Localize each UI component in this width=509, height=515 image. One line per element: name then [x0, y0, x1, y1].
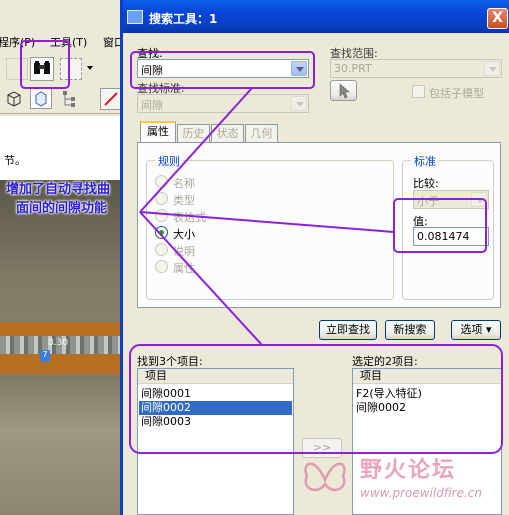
criteria-combo-value: 间隙: [141, 99, 163, 112]
tab-status[interactable]: 状态: [211, 124, 244, 144]
search-tool-binoculars-icon[interactable]: [30, 57, 54, 81]
background-application: 程序(P) 工具(T) 窗口 节。 8.30 7: [0, 0, 125, 515]
compare-label: 比较:: [413, 177, 439, 190]
cube-view-icon[interactable]: [4, 88, 26, 110]
include-submodels-label: 包括子模型: [429, 87, 484, 100]
tree-structure-icon[interactable]: [60, 88, 82, 110]
rule-expression-radio[interactable]: [155, 209, 168, 222]
selected-list-header[interactable]: 项目: [353, 369, 501, 384]
criteria-groupbox: 标准 比较: 小于 值: 0.081474: [402, 153, 494, 300]
selected-item-1[interactable]: F2(导入特征): [354, 387, 500, 401]
dialog-title: 搜索工具：1: [149, 12, 218, 26]
find-combo-value: 间隙: [141, 64, 163, 77]
rule-attribute-label: 属性: [173, 262, 195, 275]
watermark-title: 野火论坛: [360, 458, 457, 483]
app-toolbar-second: [0, 84, 125, 114]
close-button[interactable]: X: [487, 8, 508, 29]
chevron-down-icon[interactable]: [87, 66, 93, 70]
rule-name-radio[interactable]: [155, 175, 168, 188]
watermark-url: www.proewildfire.cn: [360, 486, 482, 500]
found-item-3[interactable]: 间隙0003: [139, 415, 292, 429]
found-items-list[interactable]: 项目 间隙0001 间隙0002 间隙0003: [137, 368, 294, 515]
tab-geometry[interactable]: 几何: [245, 124, 278, 144]
message-area: [0, 116, 125, 180]
find-combo[interactable]: 间隙: [137, 59, 309, 78]
disabled-tool-icon: [6, 58, 28, 80]
window-icon: [127, 10, 143, 24]
rule-size-label: 大小: [173, 228, 195, 241]
part-marker-icon: 7: [40, 350, 50, 362]
annotation-line-1: 增加了自动寻找曲: [6, 182, 111, 197]
new-search-button[interactable]: 新搜索: [385, 320, 435, 340]
rules-title: 规则: [155, 153, 183, 169]
dimension-label: 8.30: [48, 338, 69, 348]
chevron-down-icon: [484, 61, 500, 76]
tab-history[interactable]: 历史: [177, 124, 210, 144]
menu-tools[interactable]: 工具(T): [50, 34, 87, 50]
value-input[interactable]: 0.081474: [413, 227, 489, 246]
rule-type-label: 类型: [173, 194, 195, 207]
shaded-view-icon[interactable]: [30, 87, 52, 109]
rules-groupbox: 规则 名称 类型 表达式 大小 说明 属性: [146, 153, 394, 300]
message-text: 节。: [4, 154, 26, 167]
rule-description-radio[interactable]: [155, 243, 168, 256]
compare-combo-value: 小于: [417, 195, 439, 208]
lookin-combo-value: 30.PRT: [334, 62, 372, 75]
tab-properties[interactable]: 属性: [140, 121, 176, 143]
dialog-titlebar[interactable]: 搜索工具：1 X: [123, 0, 509, 33]
selected-label: 选定的2项目:: [352, 355, 418, 368]
criteria-combo: 间隙: [137, 94, 309, 113]
compare-combo: 小于: [413, 190, 489, 209]
rule-attribute-radio[interactable]: [155, 260, 168, 273]
pick-arrow-button[interactable]: [330, 80, 357, 101]
butterfly-logo-icon: [304, 462, 346, 492]
search-tool-dialog: 搜索工具：1 X 查找: 间隙 查找范围: 30.PRT 查找标准: 间隙 包括…: [120, 0, 509, 515]
sketch-tool-icon[interactable]: [100, 88, 122, 110]
model-part-lower: [0, 374, 125, 515]
annotation-callout: 增加了自动寻找曲 面间的间隙功能: [6, 180, 110, 218]
chevron-down-icon: [291, 96, 307, 111]
found-item-2[interactable]: 间隙0002: [139, 401, 292, 415]
criteria-title: 标准: [411, 153, 439, 169]
found-list-header[interactable]: 项目: [138, 369, 293, 384]
include-submodels-checkbox[interactable]: [412, 85, 425, 98]
forum-watermark: 野火论坛 www.proewildfire.cn: [295, 448, 505, 510]
lookin-combo: 30.PRT: [330, 59, 502, 78]
rule-description-label: 说明: [173, 245, 195, 258]
rule-size-radio[interactable]: [155, 226, 168, 239]
rule-name-label: 名称: [173, 177, 195, 190]
rule-type-radio[interactable]: [155, 192, 168, 205]
find-now-button[interactable]: 立即查找: [319, 320, 377, 340]
select-box-icon[interactable]: [60, 58, 82, 80]
rule-expression-label: 表达式: [173, 211, 206, 224]
app-menubar: 程序(P) 工具(T) 窗口: [0, 32, 125, 50]
chevron-down-icon[interactable]: [291, 61, 307, 76]
chevron-down-icon: [471, 192, 487, 207]
selected-item-2[interactable]: 间隙0002: [354, 401, 500, 415]
found-item-1[interactable]: 间隙0001: [139, 387, 292, 401]
options-button[interactable]: 选项 ▾: [451, 320, 501, 340]
properties-tab-panel: 规则 名称 类型 表达式 大小 说明 属性 标准 比较: 小于 值: 0.081…: [137, 142, 501, 308]
annotation-line-2: 面间的间隙功能: [16, 201, 108, 216]
found-label: 找到3个项目:: [137, 355, 203, 368]
menu-program[interactable]: 程序(P): [0, 34, 35, 50]
app-toolbar-top: [0, 54, 125, 84]
